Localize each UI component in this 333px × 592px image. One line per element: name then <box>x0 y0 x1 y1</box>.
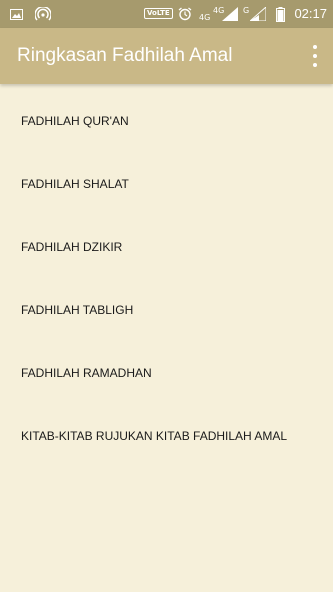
network-type-label: 4G <box>199 13 211 22</box>
status-clock: 02:17 <box>294 6 327 21</box>
app-bar: Ringkasan Fadhilah Amal <box>0 28 333 84</box>
list-item[interactable]: FADHILAH SHALAT <box>0 153 333 216</box>
battery-icon <box>276 0 285 28</box>
volte-badge: VoLTE <box>144 8 173 19</box>
list-item[interactable]: FADHILAH QUR'AN <box>0 90 333 153</box>
hotspot-icon <box>35 0 51 28</box>
page-title: Ringkasan Fadhilah Amal <box>17 45 233 66</box>
image-icon <box>10 0 23 28</box>
status-bar: VoLTE 4G 4G G 02:17 <box>0 0 333 28</box>
list-item[interactable]: KITAB-KITAB RUJUKAN KITAB FADHILAH AMAL <box>0 405 333 468</box>
network-type-label: G <box>243 6 250 15</box>
signal-icon <box>250 0 266 28</box>
alarm-icon <box>178 0 192 28</box>
signal-icon <box>222 0 238 28</box>
list-item[interactable]: FADHILAH DZIKIR <box>0 216 333 279</box>
list-item[interactable]: FADHILAH TABLIGH <box>0 279 333 342</box>
more-vert-icon[interactable] <box>311 45 319 67</box>
list-item[interactable]: FADHILAH RAMADHAN <box>0 342 333 405</box>
menu-list: FADHILAH QUR'AN FADHILAH SHALAT FADHILAH… <box>0 90 333 468</box>
